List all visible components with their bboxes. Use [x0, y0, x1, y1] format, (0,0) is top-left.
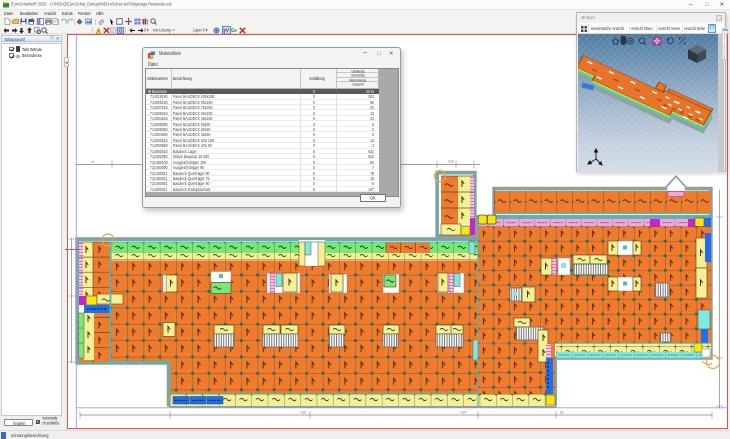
- svg-text:4,10: 4,10: [300, 411, 306, 415]
- svg-text:4,10: 4,10: [460, 411, 466, 415]
- svg-text:m: m: [91, 160, 94, 164]
- svg-text:4,10: 4,10: [448, 160, 454, 164]
- svg-text:60: 60: [560, 411, 564, 415]
